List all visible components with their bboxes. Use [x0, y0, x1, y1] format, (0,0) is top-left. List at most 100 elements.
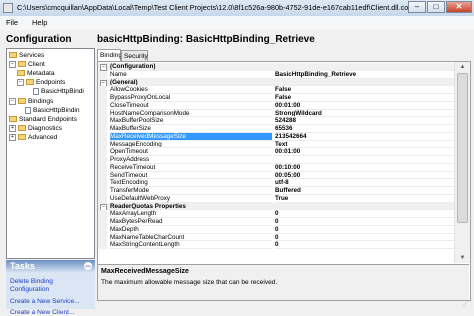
collapse-chevron-icon[interactable]: ︽	[84, 262, 92, 270]
collapse-icon[interactable]: −	[17, 78, 24, 86]
property-grid[interactable]: (Configuration) − Name BasicHttpBinding_Ret…	[97, 61, 471, 301]
property-name[interactable]: MaxBufferPoolSize	[110, 117, 272, 126]
create-service-link[interactable]: Create a New Service...	[10, 298, 80, 305]
property-name[interactable]: MaxBufferSize	[110, 125, 272, 133]
category-row[interactable]: (General) −	[98, 78, 454, 87]
menu-file[interactable]: File	[6, 18, 18, 27]
property-value[interactable]: 0	[275, 210, 454, 219]
property-value[interactable]: Buffered	[275, 187, 454, 195]
property-row[interactable]: MessageEncoding Text	[98, 140, 454, 149]
collapse-icon[interactable]: −	[9, 97, 16, 105]
property-value[interactable]: 0	[275, 226, 454, 234]
property-value[interactable]: False	[275, 86, 454, 95]
property-row[interactable]: OpenTimeout 00:01:00	[98, 148, 454, 157]
property-name[interactable]: TransferMode	[110, 187, 272, 195]
scroll-thumb[interactable]	[457, 73, 468, 223]
tab-binding[interactable]: Binding	[97, 49, 122, 61]
tree-item-endpoint-basichttp[interactable]: BasicHttpBindi	[33, 87, 84, 96]
maximize-button[interactable]: □	[427, 1, 445, 13]
property-name[interactable]: SendTimeout	[110, 172, 272, 180]
close-button[interactable]: ✕	[446, 1, 472, 13]
resize-grip-icon[interactable]: ⋰	[463, 300, 471, 308]
property-value[interactable]: False	[275, 94, 454, 102]
property-name[interactable]: ProxyAddress	[110, 156, 272, 164]
tree-item-endpoints[interactable]: − Endpoints	[17, 78, 65, 87]
property-value[interactable]: utf-8	[275, 179, 454, 188]
expand-icon[interactable]: +	[9, 133, 16, 141]
property-row[interactable]: HostNameComparisonMode StrongWildcard	[98, 109, 454, 118]
tree-item-client[interactable]: − Client	[9, 60, 45, 69]
category-row[interactable]: ReaderQuotas Properties −	[98, 202, 454, 211]
property-row[interactable]: MaxBytesPerRead 0	[98, 218, 454, 226]
scroll-down-icon[interactable]: ▼	[455, 253, 470, 263]
property-value[interactable]: Text	[275, 141, 454, 149]
property-name[interactable]: Name	[110, 71, 272, 79]
tab-security[interactable]: Security	[121, 50, 148, 61]
property-name[interactable]: CloseTimeout	[110, 102, 272, 110]
expand-icon[interactable]: +	[9, 124, 16, 132]
property-value[interactable]: 00:05:00	[275, 172, 454, 180]
property-row[interactable]: MaxDepth 0	[98, 225, 454, 234]
property-name[interactable]: MaxStringContentLength	[110, 241, 272, 250]
property-row[interactable]: UseDefaultWebProxy True	[98, 194, 454, 203]
property-value[interactable]	[275, 156, 454, 164]
property-name[interactable]: ReceiveTimeout	[110, 164, 272, 172]
property-value[interactable]: 00:01:00	[275, 148, 454, 157]
property-value[interactable]: 0	[275, 218, 454, 226]
vertical-scrollbar[interactable]: ▲ ▼	[454, 62, 470, 263]
configuration-tree[interactable]: Services − Client Metadata − Endpoints Bas…	[6, 48, 95, 259]
scroll-up-icon[interactable]: ▲	[455, 62, 470, 72]
property-value[interactable]: 00:01:00	[275, 102, 454, 110]
property-value[interactable]: 524288	[275, 117, 454, 126]
tree-item-diagnostics[interactable]: + Diagnostics	[9, 124, 62, 133]
property-name[interactable]: TextEncoding	[110, 179, 272, 188]
property-row[interactable]: AllowCookies False	[98, 86, 454, 95]
property-row[interactable]: ProxyAddress	[98, 156, 454, 164]
property-value[interactable]: 0	[275, 241, 454, 250]
property-name[interactable]: OpenTimeout	[110, 148, 272, 157]
property-row[interactable]: TransferMode Buffered	[98, 187, 454, 195]
menu-help[interactable]: Help	[32, 18, 47, 27]
property-value[interactable]: 213542664	[275, 133, 454, 141]
category-row[interactable]: (Configuration) −	[98, 63, 454, 71]
property-name[interactable]: HostNameComparisonMode	[110, 110, 272, 118]
property-value[interactable]: BasicHttpBinding_Retrieve	[275, 71, 454, 79]
property-row[interactable]: MaxArrayLength 0	[98, 210, 454, 219]
tree-item-advanced[interactable]: + Advanced	[9, 133, 57, 142]
delete-binding-link[interactable]: Delete Binding	[10, 278, 53, 285]
tree-item-standard-endpoints[interactable]: Standard Endpoints	[9, 115, 77, 124]
app-icon[interactable]	[3, 3, 13, 13]
property-name[interactable]: BypassProxyOnLocal	[110, 94, 272, 102]
property-name[interactable]: MessageEncoding	[110, 141, 272, 149]
property-name[interactable]: MaxNameTableCharCount	[110, 234, 272, 242]
property-row[interactable]: ReceiveTimeout 00:10:00	[98, 163, 454, 172]
property-row[interactable]: MaxStringContentLength 0	[98, 241, 454, 250]
tree-item-binding-basichttp[interactable]: BasicHttpBindin	[25, 106, 80, 115]
property-name[interactable]: MaxArrayLength	[110, 210, 272, 219]
tree-item-metadata[interactable]: Metadata	[17, 69, 55, 78]
tree-item-services[interactable]: Services	[9, 51, 44, 60]
property-row[interactable]: Name BasicHttpBinding_Retrieve	[98, 70, 454, 79]
property-value[interactable]: 0	[275, 234, 454, 242]
property-value[interactable]: True	[275, 195, 454, 203]
property-value[interactable]: 65536	[275, 125, 454, 133]
property-row[interactable]: TextEncoding utf-8	[98, 179, 454, 188]
minimize-button[interactable]: –	[408, 1, 426, 13]
property-name[interactable]: MaxDepth	[110, 226, 272, 234]
property-row[interactable]: MaxBufferSize 65536	[98, 125, 454, 133]
property-name[interactable]: AllowCookies	[110, 86, 272, 95]
property-value[interactable]: StrongWildcard	[275, 110, 454, 118]
property-row[interactable]: CloseTimeout 00:01:00	[98, 101, 454, 110]
property-name[interactable]: UseDefaultWebProxy	[110, 195, 272, 203]
property-name[interactable]: MaxReceivedMessageSize	[110, 132, 272, 141]
collapse-icon[interactable]: −	[9, 60, 16, 68]
property-value[interactable]: 00:10:00	[275, 164, 454, 172]
property-row[interactable]: MaxBufferPoolSize 524288	[98, 117, 454, 126]
property-row[interactable]: MaxNameTableCharCount 0	[98, 233, 454, 242]
delete-binding-link-line2[interactable]: Configuration	[10, 286, 49, 293]
property-row[interactable]: BypassProxyOnLocal False	[98, 94, 454, 102]
property-row[interactable]: SendTimeout 00:05:00	[98, 171, 454, 180]
property-row[interactable]: MaxReceivedMessageSize 213542664	[98, 132, 454, 141]
property-name[interactable]: MaxBytesPerRead	[110, 218, 272, 226]
tree-item-bindings[interactable]: − Bindings	[9, 97, 53, 106]
